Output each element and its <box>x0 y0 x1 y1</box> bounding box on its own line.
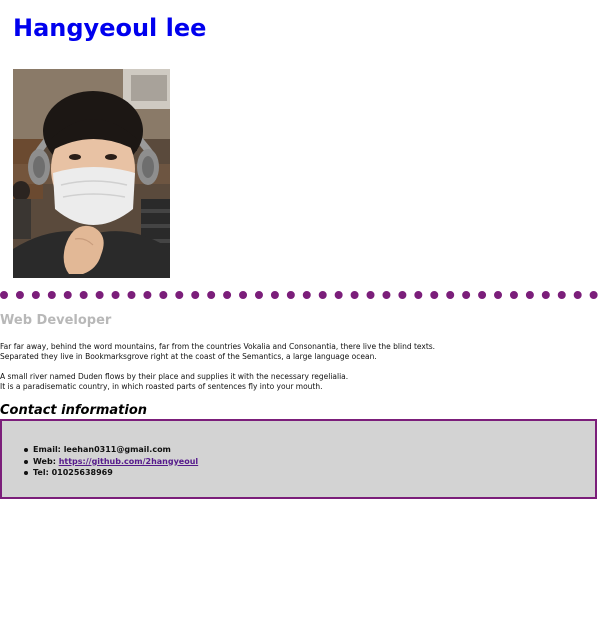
page: Hangyeoul lee Web Developer Far far away… <box>0 0 598 621</box>
contact-box: Email: leehan0311@gmail.com Web: https:/… <box>0 419 597 499</box>
intro-paragraph-2: A small river named Duden flows by their… <box>0 372 598 392</box>
intro-paragraph-1: Far far away, behind the word mountains,… <box>0 342 598 362</box>
tel-label: Tel: <box>33 468 49 477</box>
contact-web: Web: https://github.com/2hangyeoul <box>23 456 198 468</box>
email-label: Email: <box>33 445 61 454</box>
web-label: Web: <box>33 456 56 466</box>
tel-value: 01025638969 <box>51 468 113 477</box>
email-value: leehan0311@gmail.com <box>63 445 171 454</box>
page-title: Hangyeoul lee <box>13 14 207 42</box>
intro-line: Far far away, behind the word mountains,… <box>0 342 436 351</box>
profile-photo <box>13 69 170 278</box>
job-title: Web Developer <box>0 313 112 328</box>
github-link[interactable]: https://github.com/2hangyeoul <box>59 457 198 466</box>
intro-line: Separated they live in Bookmarksgrove ri… <box>0 352 377 361</box>
intro-line: It is a paradisematic country, in which … <box>0 382 323 391</box>
contact-tel: Tel: 01025638969 <box>23 467 198 479</box>
intro-text: Far far away, behind the word mountains,… <box>0 342 598 402</box>
contact-email: Email: leehan0311@gmail.com <box>23 444 198 456</box>
intro-line: A small river named Duden flows by their… <box>0 372 349 381</box>
dotted-divider <box>0 291 598 299</box>
contact-list: Email: leehan0311@gmail.com Web: https:/… <box>23 444 198 479</box>
contact-heading: Contact information <box>0 403 148 418</box>
